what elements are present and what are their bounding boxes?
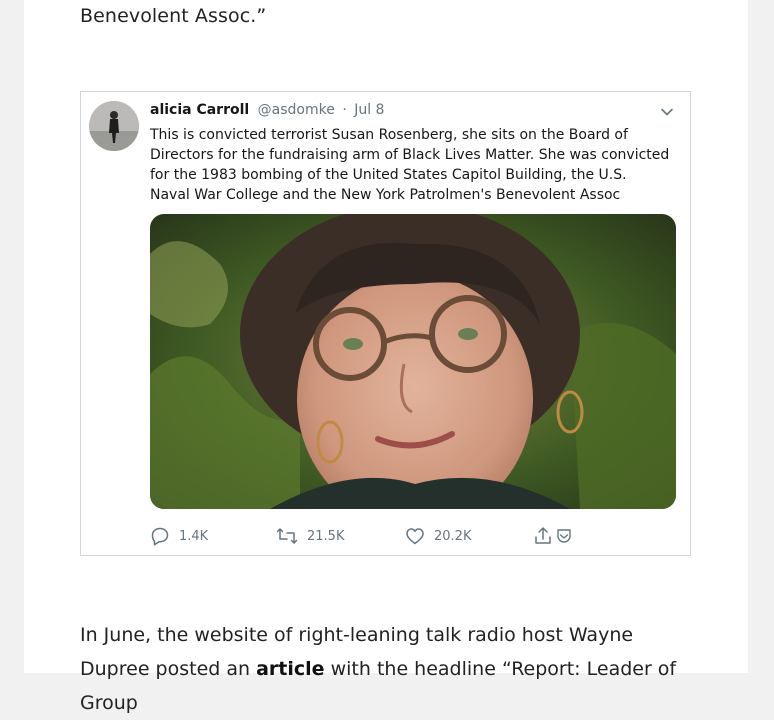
retweet-icon	[276, 526, 298, 546]
tweet-actions: 1.4K 21.5K 20.2K	[150, 526, 590, 548]
author-name[interactable]: alicia Carroll	[150, 102, 249, 118]
chevron-down-icon[interactable]	[660, 104, 674, 118]
reply-count: 1.4K	[179, 528, 209, 544]
reply-icon	[150, 526, 170, 546]
previous-paragraph: Benevolent Assoc.”	[80, 5, 267, 27]
article-link[interactable]: article	[256, 658, 324, 680]
share-icon[interactable]	[534, 526, 552, 546]
embedded-tweet[interactable]: alicia Carroll @asdomke · Jul 8 This is …	[80, 91, 691, 556]
tweet-header: alicia Carroll @asdomke · Jul 8	[150, 102, 384, 118]
retweet-count: 21.5K	[307, 528, 345, 544]
like-icon	[405, 526, 425, 546]
author-handle[interactable]: @asdomke	[258, 102, 335, 118]
tweet-photo[interactable]	[150, 214, 676, 509]
reply-button[interactable]: 1.4K	[150, 526, 208, 546]
save-icon[interactable]	[555, 526, 573, 546]
tweet-text: This is convicted terrorist Susan Rosenb…	[150, 127, 670, 203]
article-body: Benevolent Assoc.” alicia Carroll @asdom…	[24, 0, 748, 714]
like-button[interactable]: 20.2K	[405, 526, 471, 546]
avatar[interactable]	[89, 101, 139, 151]
retweet-button[interactable]: 21.5K	[276, 526, 344, 546]
like-count: 20.2K	[434, 528, 472, 544]
tweet-date[interactable]: Jul 8	[354, 102, 384, 118]
share-controls	[534, 526, 573, 546]
separator: ·	[342, 102, 347, 118]
next-paragraph: In June, the website of right-leaning ta…	[80, 618, 700, 720]
